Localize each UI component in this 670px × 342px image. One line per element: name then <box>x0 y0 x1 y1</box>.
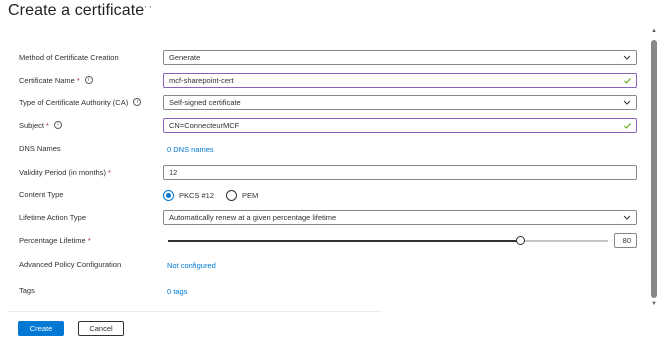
required-marker: * <box>76 76 80 85</box>
percentage-label-wrap: Percentage Lifetime * <box>19 231 91 251</box>
row-subject: Subject * i CN=ConnecteurMCF <box>0 116 648 136</box>
row-method: Method of Certificate Creation Generate <box>0 48 648 68</box>
checkmark-icon <box>624 123 631 129</box>
content-type-label: Content Type <box>19 190 64 199</box>
create-button[interactable]: Create <box>18 321 64 336</box>
row-content-type: Content Type PKCS #12 PEM <box>0 185 648 205</box>
row-tags: Tags 0 tags <box>0 281 648 301</box>
row-cert-name: Certificate Name * i mcf-sharepoint-cert <box>0 71 648 91</box>
validity-label: Validity Period (in months) <box>19 168 106 177</box>
subject-value: CN=ConnecteurMCF <box>169 121 240 130</box>
advanced-config-link[interactable]: Not configured <box>167 256 216 276</box>
content-type-radio-group: PKCS #12 PEM <box>163 188 270 202</box>
lifetime-action-label: Lifetime Action Type <box>19 213 86 222</box>
scroll-down-icon[interactable]: ▼ <box>651 301 657 307</box>
ca-type-value: Self-signed certificate <box>169 98 241 107</box>
validity-input[interactable]: 12 <box>163 165 637 180</box>
chevron-down-icon <box>623 215 631 220</box>
advanced-label: Advanced Policy Configuration <box>19 260 122 269</box>
required-marker: * <box>87 236 91 245</box>
info-icon[interactable]: i <box>53 121 62 130</box>
row-advanced: Advanced Policy Configuration Not config… <box>0 255 648 275</box>
row-validity: Validity Period (in months) * 12 <box>0 163 648 183</box>
lifetime-action-select[interactable]: Automatically renew at a given percentag… <box>163 210 637 225</box>
lifetime-action-value: Automatically renew at a given percentag… <box>169 213 337 222</box>
slider-fill <box>168 240 520 242</box>
radio-selected-icon <box>163 189 174 201</box>
ca-type-select[interactable]: Self-signed certificate <box>163 95 637 110</box>
validity-label-wrap: Validity Period (in months) * <box>19 163 111 183</box>
chevron-down-icon <box>623 100 631 105</box>
radio-pem-label: PEM <box>242 190 259 200</box>
ca-type-label-wrap: Type of Certificate Authority (CA) i <box>19 93 142 113</box>
subject-label: Subject <box>19 121 45 130</box>
required-marker: * <box>107 168 111 177</box>
checkmark-icon <box>624 78 631 84</box>
validity-value: 12 <box>169 168 178 177</box>
method-select[interactable]: Generate <box>163 50 637 65</box>
subject-input[interactable]: CN=ConnecteurMCF <box>163 118 637 133</box>
method-value: Generate <box>169 53 201 62</box>
radio-pkcs12-label: PKCS #12 <box>179 190 215 200</box>
percentage-slider[interactable] <box>168 236 608 245</box>
ca-type-label: Type of Certificate Authority (CA) <box>19 98 129 107</box>
method-label: Method of Certificate Creation <box>19 53 119 62</box>
certificate-form: Method of Certificate Creation Generate … <box>0 0 648 312</box>
percentage-value-input[interactable]: 80 <box>614 233 637 248</box>
radio-pkcs12[interactable]: PKCS #12 <box>163 189 215 201</box>
cert-name-input[interactable]: mcf-sharepoint-cert <box>163 73 637 88</box>
info-icon[interactable]: i <box>84 76 93 85</box>
scroll-thumb[interactable] <box>651 40 657 298</box>
percentage-label: Percentage Lifetime <box>19 236 86 245</box>
tags-label: Tags <box>19 286 35 295</box>
dns-names-link[interactable]: 0 DNS names <box>167 140 214 160</box>
row-percentage: Percentage Lifetime * 80 <box>0 231 648 251</box>
dns-label: DNS Names <box>19 144 61 153</box>
vertical-scrollbar[interactable]: ▲ ▼ <box>648 28 660 312</box>
scroll-up-icon[interactable]: ▲ <box>651 28 657 34</box>
row-ca-type: Type of Certificate Authority (CA) i Self… <box>0 93 648 113</box>
footer-divider <box>8 311 382 312</box>
subject-label-wrap: Subject * i <box>19 116 62 136</box>
row-lifetime-action: Lifetime Action Type Automatically renew… <box>0 208 648 228</box>
radio-unselected-icon <box>226 189 238 201</box>
info-icon[interactable]: i <box>133 98 142 107</box>
tags-link[interactable]: 0 tags <box>167 282 187 302</box>
cert-name-value: mcf-sharepoint-cert <box>169 76 234 85</box>
slider-thumb[interactable] <box>516 236 525 245</box>
cert-name-label-wrap: Certificate Name * i <box>19 71 93 91</box>
cert-name-label: Certificate Name <box>19 76 75 85</box>
row-dns: DNS Names 0 DNS names <box>0 139 648 159</box>
chevron-down-icon <box>623 55 631 60</box>
cancel-button[interactable]: Cancel <box>78 321 124 336</box>
required-marker: * <box>46 121 49 130</box>
radio-pem[interactable]: PEM <box>226 189 259 201</box>
